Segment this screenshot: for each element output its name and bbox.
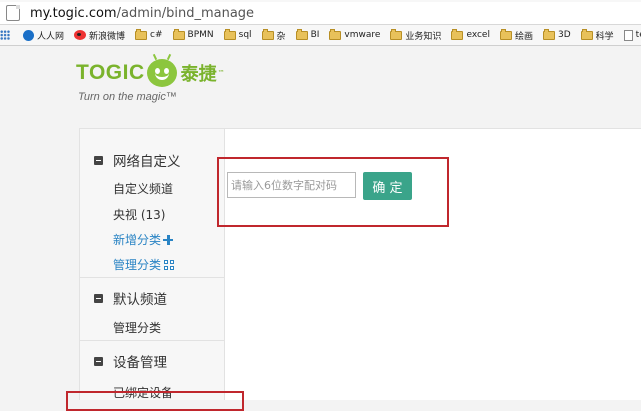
logo-tagline: Turn on the magic™	[78, 91, 177, 103]
bookmark-folder[interactable]: c#	[135, 28, 163, 40]
folder-icon	[580, 28, 593, 40]
weibo-icon	[74, 30, 87, 40]
bookmark-folder[interactable]: BPMN	[172, 28, 214, 40]
bookmarks-bar: 人人网 新浪微博 c# BPMN sql 杂 BI vmware 业务知识 ex…	[0, 25, 641, 45]
sidebar-item-cctv[interactable]: 央视 (13)	[113, 206, 165, 223]
logo-chinese-name: 泰捷	[180, 64, 217, 85]
bookmark-folder[interactable]: 杂	[261, 28, 286, 42]
sidebar-item-custom-channel[interactable]: 自定义频道	[113, 180, 173, 197]
sidebar-group-network-custom: 网络自定义 自定义频道 央视 (13) 新增分类 管理分类	[80, 129, 224, 278]
highlight-box-bound-devices	[66, 391, 244, 411]
collapse-icon[interactable]	[94, 155, 103, 165]
sidebar-item-manage-categories[interactable]: 管理分类	[113, 319, 161, 336]
bookmark-folder[interactable]: 业务知识	[390, 28, 441, 42]
manage-categories-link[interactable]: 管理分类	[113, 256, 175, 273]
sidebar-group-header[interactable]: 设备管理	[94, 351, 167, 371]
folder-icon	[172, 28, 185, 40]
page-icon	[6, 5, 20, 21]
bookmark-folder[interactable]: vmware	[329, 28, 380, 40]
highlight-box-form	[217, 157, 449, 227]
sidebar-group-header[interactable]: 网络自定义	[94, 150, 181, 170]
bookmark-folder[interactable]: 绘画	[499, 28, 533, 42]
bookmark-page[interactable]: test	[623, 29, 641, 41]
folder-icon	[543, 28, 555, 40]
plus-icon	[163, 234, 174, 245]
logo-wordmark: TOGIC	[76, 61, 145, 84]
group-title: 默认频道	[113, 292, 167, 308]
bookmark-folder[interactable]: 3D	[543, 28, 571, 40]
grid-icon	[164, 259, 175, 270]
browser-chrome: my.togic.com/admin/bind_manage 人人网 新浪微博 …	[0, 0, 641, 46]
page-icon	[623, 29, 633, 41]
bookmark-weibo[interactable]: 新浪微博	[74, 29, 125, 42]
folder-icon	[329, 28, 342, 40]
folder-icon	[390, 28, 403, 40]
group-title: 设备管理	[113, 355, 167, 371]
folder-icon	[499, 28, 512, 40]
apps-shortcut[interactable]	[0, 30, 13, 40]
sidebar: 网络自定义 自定义频道 央视 (13) 新增分类 管理分类 默认频道 管理分类 …	[79, 128, 225, 400]
renren-icon	[23, 29, 34, 41]
folder-icon	[223, 28, 236, 40]
bookmark-folder[interactable]: BI	[295, 28, 319, 40]
add-category-link[interactable]: 新增分类	[113, 231, 174, 248]
folder-icon	[451, 28, 464, 40]
address-bar[interactable]: my.togic.com/admin/bind_manage	[0, 2, 641, 25]
trademark-mark: ™	[217, 69, 225, 77]
folder-icon	[295, 28, 308, 40]
smiley-face-icon	[146, 53, 177, 87]
url-text[interactable]: my.togic.com/admin/bind_manage	[30, 6, 254, 21]
folder-icon	[261, 28, 274, 40]
bookmark-folder[interactable]: sql	[223, 28, 252, 40]
collapse-icon[interactable]	[94, 356, 103, 366]
bookmark-folder[interactable]: excel	[451, 28, 490, 40]
apps-icon	[0, 30, 10, 40]
togic-logo[interactable]: TOGIC 泰捷 ™ Turn on the magic™	[76, 53, 225, 103]
group-title: 网络自定义	[113, 154, 181, 170]
bookmark-folder[interactable]: 科学	[580, 28, 614, 42]
folder-icon	[135, 28, 148, 40]
sidebar-group-default-channels: 默认频道 管理分类	[80, 278, 224, 341]
bookmark-renren[interactable]: 人人网	[23, 29, 64, 42]
sidebar-group-header[interactable]: 默认频道	[94, 288, 167, 308]
collapse-icon[interactable]	[94, 293, 103, 303]
